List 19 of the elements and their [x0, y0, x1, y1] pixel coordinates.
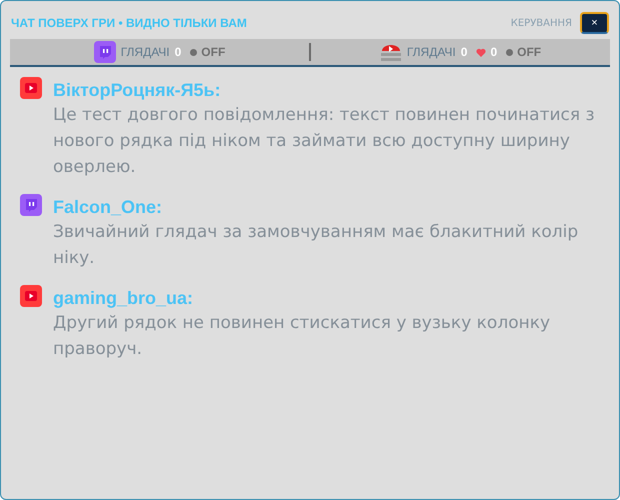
likes-count: 0	[490, 45, 498, 59]
close-button[interactable]: ×	[580, 12, 609, 34]
stream-status: OFF	[517, 45, 542, 59]
username: ВікторРоцняк-Я5ь:	[53, 79, 222, 102]
twitch-icon	[20, 194, 42, 216]
viewers-label: ГЛЯДАЧІ	[120, 45, 170, 59]
username: gaming_bro_ua:	[53, 287, 194, 310]
viewers-count: 0	[174, 45, 182, 59]
username: Falcon_One:	[53, 196, 164, 219]
message-text: Звичайний глядач за замовчуванням має блакитний колір ніку.	[53, 221, 580, 270]
window-title: ЧАТ ПОВЕРХ ГРИ • ВИДНО ТІЛЬКИ ВАМ	[11, 16, 248, 30]
controls-label: КЕРУВАННЯ	[510, 18, 572, 28]
viewers-label: ГЛЯДАЧІ	[406, 45, 456, 59]
message-text: Другий рядок не повинен стискатися у вузьку колонку праворуч.	[53, 312, 552, 361]
heart-icon	[476, 48, 486, 56]
viewers-count: 0	[460, 45, 468, 59]
message-text: Це тест довгого повідомлення: текст повинен починатися з нового рядка під ніком та займати всю доступну ширину оверлею.	[53, 104, 596, 179]
stream-status: OFF	[201, 45, 226, 59]
twitch-icon	[94, 41, 116, 63]
